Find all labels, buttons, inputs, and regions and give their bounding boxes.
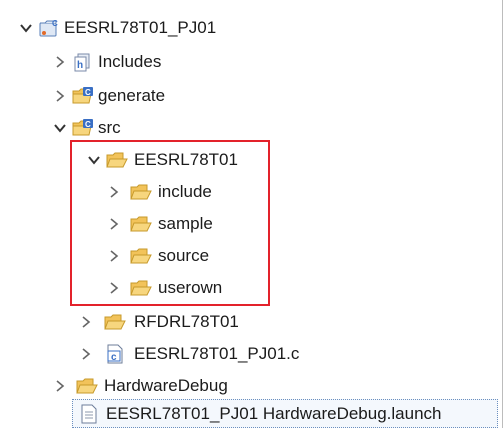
chevron-down-icon[interactable] (52, 120, 68, 136)
tree-item-includes[interactable]: h Includes (0, 46, 300, 78)
tree-item-label: src (98, 118, 121, 137)
svg-text:c: c (111, 352, 117, 363)
source-folder-icon: C (72, 86, 94, 106)
chevron-right-icon[interactable] (106, 216, 122, 232)
tree-item-sample[interactable]: sample (0, 208, 300, 240)
chevron-right-icon[interactable] (78, 346, 94, 362)
svg-text:C: C (85, 88, 91, 97)
tree-item-label: userown (158, 278, 223, 297)
tree-item-label: generate (98, 86, 166, 105)
chevron-right-icon[interactable] (78, 314, 94, 330)
folder-icon (130, 182, 152, 202)
tree-item-label: RFDRL78T01 (134, 312, 239, 331)
project-explorer-tree: C EESRL78T01_PJ01 h Includes C generate … (0, 0, 503, 428)
tree-item-label: source (158, 246, 210, 265)
tree-item-generate[interactable]: C generate (0, 80, 300, 112)
tree-item-label: EESRL78T01_PJ01.c (134, 344, 300, 363)
chevron-right-icon[interactable] (52, 54, 68, 70)
launch-file-icon (78, 404, 100, 424)
tree-item-userown[interactable]: userown (0, 272, 300, 304)
tree-item-c-file[interactable]: c EESRL78T01_PJ01.c (0, 338, 360, 370)
svg-text:h: h (77, 60, 83, 71)
tree-item-label: sample (158, 214, 213, 233)
svg-text:C: C (85, 120, 91, 129)
folder-open-icon (106, 150, 128, 170)
tree-item-project[interactable]: C EESRL78T01_PJ01 (0, 12, 300, 44)
folder-icon (130, 278, 152, 298)
chevron-right-icon[interactable] (52, 378, 68, 394)
chevron-right-icon[interactable] (106, 280, 122, 296)
tree-item-label: Includes (98, 52, 162, 71)
tree-item-src[interactable]: C src (0, 112, 300, 144)
tree-item-include[interactable]: include (0, 176, 300, 208)
c-project-icon: C (38, 18, 60, 38)
folder-icon (130, 214, 152, 234)
svg-text:C: C (52, 19, 58, 28)
folder-icon (76, 376, 98, 396)
chevron-down-icon[interactable] (86, 152, 102, 168)
tree-item-source[interactable]: source (0, 240, 300, 272)
chevron-down-icon[interactable] (18, 20, 34, 36)
chevron-right-icon[interactable] (52, 88, 68, 104)
chevron-right-icon[interactable] (106, 248, 122, 264)
source-folder-icon: C (72, 118, 94, 138)
tree-item-label: EESRL78T01_PJ01 HardwareDebug.launch (106, 404, 442, 423)
tree-item-label: include (158, 182, 212, 201)
tree-item-launch[interactable]: EESRL78T01_PJ01 HardwareDebug.launch (0, 398, 503, 430)
includes-icon: h (72, 52, 94, 72)
c-file-icon: c (104, 344, 126, 364)
tree-item-eesrl78t01[interactable]: EESRL78T01 (0, 144, 300, 176)
chevron-right-icon[interactable] (106, 184, 122, 200)
tree-item-label: EESRL78T01 (134, 150, 238, 169)
tree-item-label: EESRL78T01_PJ01 (64, 18, 217, 37)
tree-item-rfdrl78t01[interactable]: RFDRL78T01 (0, 306, 300, 338)
folder-icon (130, 246, 152, 266)
folder-icon (104, 312, 126, 332)
